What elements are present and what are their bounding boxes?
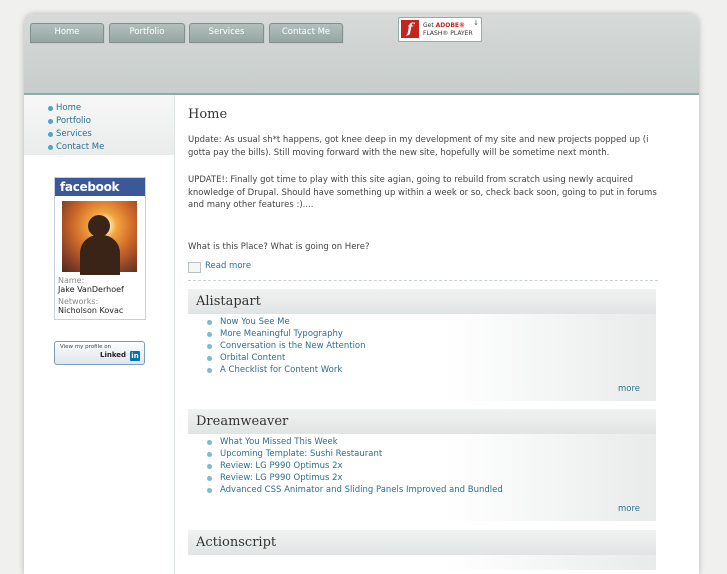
facebook-badge[interactable]: facebook Name: Jake VanDerhoef Networks:…	[54, 177, 146, 320]
page-container: Home Portfolio Services Contact Me f Get…	[24, 14, 699, 574]
feed-item[interactable]: A Checklist for Content Work	[207, 364, 366, 376]
feed-item[interactable]: Conversation is the New Attention	[207, 340, 366, 352]
feed-list: What You Missed This Week Upcoming Templ…	[207, 436, 503, 496]
divider	[188, 280, 658, 281]
sidebar-nav: Home Portfolio Services Contact Me	[48, 102, 104, 154]
site-header: Home Portfolio Services Contact Me f Get…	[24, 14, 699, 95]
download-arrow-icon: ↓	[473, 19, 479, 27]
photo-silhouette-head	[88, 215, 110, 237]
feed-item[interactable]: Review: LG P990 Optimus 2x	[207, 460, 503, 472]
update-paragraph-2: UPDATE!: Finally got time to play with t…	[188, 175, 657, 210]
sidebar-link-portfolio[interactable]: Portfolio	[48, 115, 104, 128]
tab-portfolio[interactable]: Portfolio	[109, 23, 185, 43]
feed-box-actionscript: Actionscript	[188, 530, 656, 570]
tab-contact-me[interactable]: Contact Me	[269, 23, 343, 43]
feed-item[interactable]: Advanced CSS Animator and Sliding Panels…	[207, 484, 503, 496]
update-paragraph-1: Update: As usual sh*t happens, got knee …	[188, 135, 649, 158]
sidebar-link-contact-me[interactable]: Contact Me	[48, 141, 104, 154]
page-title: Home	[188, 107, 228, 122]
facebook-logo: facebook	[55, 178, 145, 196]
feed-more-link[interactable]: more	[618, 504, 640, 514]
feed-box-dreamweaver: Dreamweaver What You Missed This Week Up…	[188, 409, 656, 521]
flash-badge-line1: Get ADOBE®	[423, 22, 466, 29]
linkedin-wordmark: Linked	[100, 351, 127, 359]
tab-services[interactable]: Services	[189, 23, 264, 43]
feed-item[interactable]: Review: LG P990 Optimus 2x	[207, 472, 503, 484]
feed-more-link[interactable]: more	[618, 384, 640, 394]
feed-title: Actionscript	[188, 530, 656, 555]
read-more-label[interactable]: Read more	[205, 261, 251, 271]
feed-title: Dreamweaver	[188, 409, 656, 434]
sidebar: Home Portfolio Services Contact Me	[24, 95, 174, 574]
flash-badge-line2: FLASH® PLAYER	[423, 30, 473, 37]
profile-photo[interactable]	[62, 201, 137, 275]
linkedin-caption: View my profile on	[60, 344, 112, 350]
photo-silhouette-body	[80, 235, 120, 275]
flash-icon: f	[401, 20, 419, 38]
tab-home[interactable]: Home	[30, 23, 104, 43]
sidebar-link-home[interactable]: Home	[48, 102, 104, 115]
feed-item[interactable]: Orbital Content	[207, 352, 366, 364]
feed-item[interactable]: Upcoming Template: Sushi Restaurant	[207, 448, 503, 460]
fb-name-label: Name:	[58, 276, 85, 285]
feed-box-alistapart: Alistapart Now You See Me More Meaningfu…	[188, 289, 656, 401]
sidebar-nav-panel: Home Portfolio Services Contact Me	[24, 95, 174, 155]
feed-item[interactable]: Now You See Me	[207, 316, 366, 328]
feed-title: Alistapart	[188, 289, 656, 314]
get-flash-player-badge[interactable]: f Get ADOBE® FLASH® PLAYER ↓	[398, 17, 482, 42]
feed-item[interactable]: More Meaningful Typography	[207, 328, 366, 340]
document-icon	[188, 262, 201, 273]
feed-item[interactable]: What You Missed This Week	[207, 436, 503, 448]
feed-list: Now You See Me More Meaningful Typograph…	[207, 316, 366, 376]
linkedin-profile-button[interactable]: View my profile on Linked in	[54, 341, 145, 365]
fb-networks: Nicholson Kovac	[58, 306, 124, 315]
linkedin-in-icon: in	[130, 351, 140, 361]
intro-question: What is this Place? What is going on Her…	[188, 242, 370, 252]
sidebar-divider	[174, 95, 175, 574]
fb-name[interactable]: Jake VanDerhoef	[58, 285, 124, 294]
fb-networks-label: Networks:	[58, 297, 99, 306]
sidebar-link-services[interactable]: Services	[48, 128, 104, 141]
